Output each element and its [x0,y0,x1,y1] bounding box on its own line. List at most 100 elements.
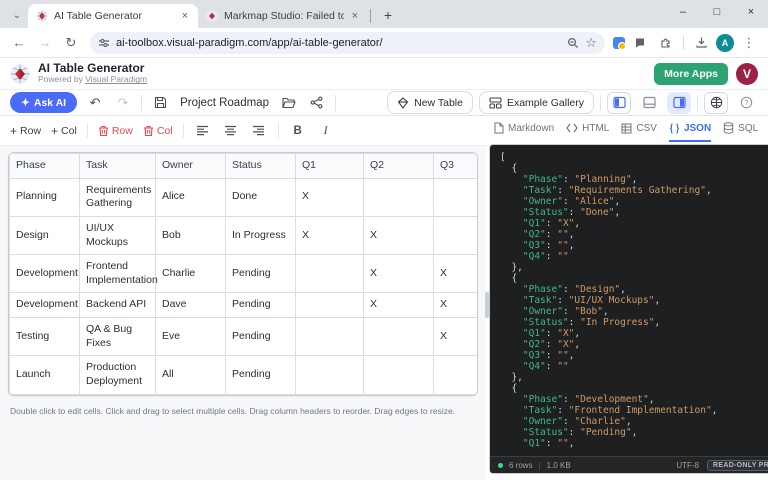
site-settings-icon[interactable] [98,37,110,49]
table-cell[interactable]: Launch [10,356,80,394]
preview-tab-sql[interactable]: SQL [723,116,758,142]
table-cell[interactable] [364,178,434,216]
table-cell[interactable]: In Progress [226,216,296,254]
example-gallery-button[interactable]: Example Gallery [479,91,594,114]
table-cell[interactable]: Pending [226,356,296,394]
preview-tab-html[interactable]: HTML [566,116,609,142]
open-folder-button[interactable] [279,93,299,113]
table-cell[interactable]: Planning [10,178,80,216]
share-button[interactable] [307,93,327,113]
add-row-button[interactable]: + Row [10,124,41,138]
column-header[interactable]: Q1 [296,154,364,179]
preview-tab-markdown[interactable]: Markdown [494,116,554,142]
reload-button[interactable]: ↻ [60,32,82,54]
forward-button[interactable]: → [34,32,56,54]
visual-paradigm-link[interactable]: Visual Paradigm [85,74,147,84]
table-cell[interactable]: X [434,255,479,293]
table-cell[interactable]: Done [226,178,296,216]
table-cell[interactable] [296,255,364,293]
zoom-out-icon[interactable] [567,37,579,49]
column-header[interactable]: Q2 [364,154,434,179]
browser-tab-active[interactable]: AI Table Generator × [28,4,198,28]
delete-row-button[interactable]: Row [98,125,133,137]
delete-column-button[interactable]: Col [143,125,173,137]
column-header[interactable]: Task [80,154,156,179]
bold-button[interactable]: B [289,122,307,140]
align-right-button[interactable] [250,122,268,140]
extension-shortcut-icon[interactable] [613,37,625,49]
redo-button[interactable]: ↷ [113,93,133,113]
table-cell[interactable]: Frontend Implementation [80,255,156,293]
table-cell[interactable]: Testing [10,318,80,356]
table-cell[interactable]: Pending [226,293,296,318]
align-left-button[interactable] [194,122,212,140]
column-header[interactable]: Status [226,154,296,179]
document-name[interactable]: Project Roadmap [180,97,269,109]
downloads-icon[interactable] [690,32,712,54]
column-header[interactable]: Owner [156,154,226,179]
table-cell[interactable]: X [296,216,364,254]
table-cell[interactable]: Requirements Gathering [80,178,156,216]
table-cell[interactable]: Pending [226,255,296,293]
table-cell[interactable] [364,318,434,356]
table-cell[interactable]: Bob [156,216,226,254]
table-cell[interactable] [296,318,364,356]
table-cell[interactable]: X [364,255,434,293]
table-cell[interactable]: Alice [156,178,226,216]
table-cell[interactable]: X [434,318,479,356]
table-cell[interactable]: Backend API [80,293,156,318]
align-center-button[interactable] [222,122,240,140]
horizontal-split-toggle[interactable] [637,92,661,114]
preview-tab-csv[interactable]: CSV [621,116,657,142]
browser-profile-avatar[interactable]: A [716,34,734,52]
table-cell[interactable] [434,356,479,394]
json-code[interactable]: [ { "Phase": "Planning", "Task": "Requir… [490,145,768,456]
more-apps-button[interactable]: More Apps [654,63,728,85]
table-cell[interactable] [434,178,479,216]
table-cell[interactable]: UI/UX Mockups [80,216,156,254]
user-avatar[interactable]: V [736,63,758,85]
table-cell[interactable]: X [434,293,479,318]
table-cell[interactable]: Eve [156,318,226,356]
address-bar[interactable]: ai-toolbox.visual-paradigm.com/app/ai-ta… [90,32,605,54]
table-cell[interactable]: Pending [226,318,296,356]
table-cell[interactable]: Development [10,293,80,318]
table-cell[interactable] [364,356,434,394]
minimize-button[interactable]: – [666,0,700,24]
right-panel-toggle[interactable] [667,92,691,114]
table-cell[interactable]: Development [10,255,80,293]
ask-ai-button[interactable]: ✦ Ask AI [10,92,77,113]
italic-button[interactable]: I [317,122,335,140]
table-cell[interactable]: Charlie [156,255,226,293]
table-cell[interactable] [296,356,364,394]
preview-tab-json[interactable]: JSON [669,116,711,142]
table-cell[interactable]: All [156,356,226,394]
table-cell[interactable]: X [364,216,434,254]
side-panel-icon[interactable] [629,32,651,54]
table-cell[interactable]: X [296,178,364,216]
table-cell[interactable]: Dave [156,293,226,318]
maximize-button[interactable]: □ [700,0,734,24]
new-tab-button[interactable]: + [377,4,399,26]
table-cell[interactable]: Production Deployment [80,356,156,394]
column-header[interactable]: Q3 [434,154,479,179]
table-cell[interactable]: X [364,293,434,318]
tab-search-chevron-icon[interactable]: ⌄ [6,5,28,25]
undo-button[interactable]: ↶ [85,93,105,113]
tab-close-icon[interactable]: × [350,10,360,22]
tab-close-icon[interactable]: × [180,10,190,22]
close-button[interactable]: × [734,0,768,24]
table-cell[interactable]: Design [10,216,80,254]
column-header[interactable]: Phase [10,154,80,179]
browser-menu-kebab-icon[interactable]: ⋮ [738,32,760,54]
extensions-puzzle-icon[interactable] [655,32,677,54]
bookmark-star-icon[interactable]: ☆ [585,35,597,51]
table-cell[interactable]: QA & Bug Fixes [80,318,156,356]
back-button[interactable]: ← [8,32,30,54]
help-button[interactable]: ? [734,92,758,114]
add-column-button[interactable]: + Col [51,124,77,138]
save-button[interactable] [150,93,170,113]
url-text[interactable]: ai-toolbox.visual-paradigm.com/app/ai-ta… [116,37,561,49]
new-table-button[interactable]: New Table [387,91,473,114]
table-cell[interactable] [434,216,479,254]
